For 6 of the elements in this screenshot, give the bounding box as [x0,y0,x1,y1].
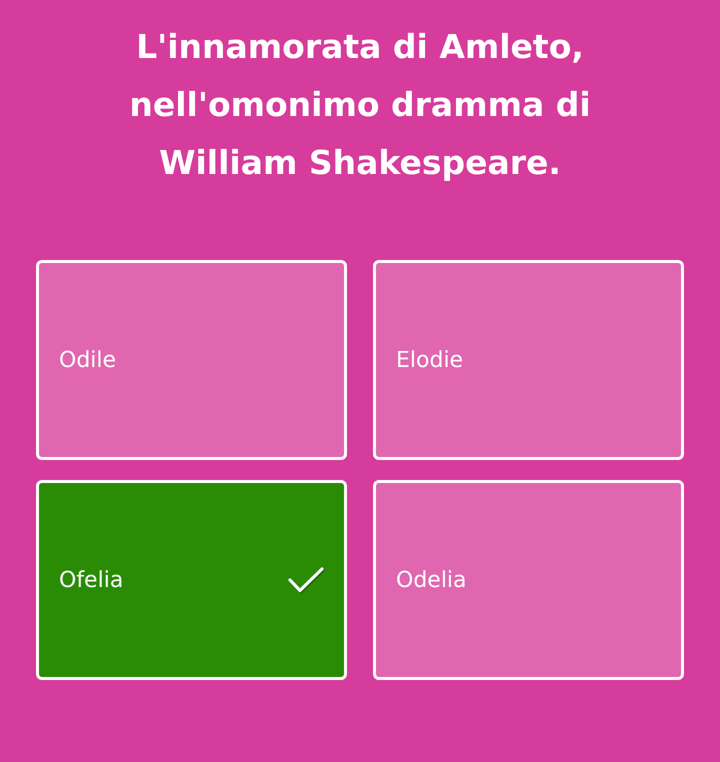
answer-button[interactable]: Odile [36,260,347,460]
answer-button[interactable]: Elodie [373,260,684,460]
answer-button[interactable]: Ofelia [36,480,347,680]
check-icon [288,567,324,593]
question-text: L'innamorata di Amleto, nell'omonimo dramma di William Shakespeare. [128,26,592,184]
answer-button[interactable]: Odelia [373,480,684,680]
